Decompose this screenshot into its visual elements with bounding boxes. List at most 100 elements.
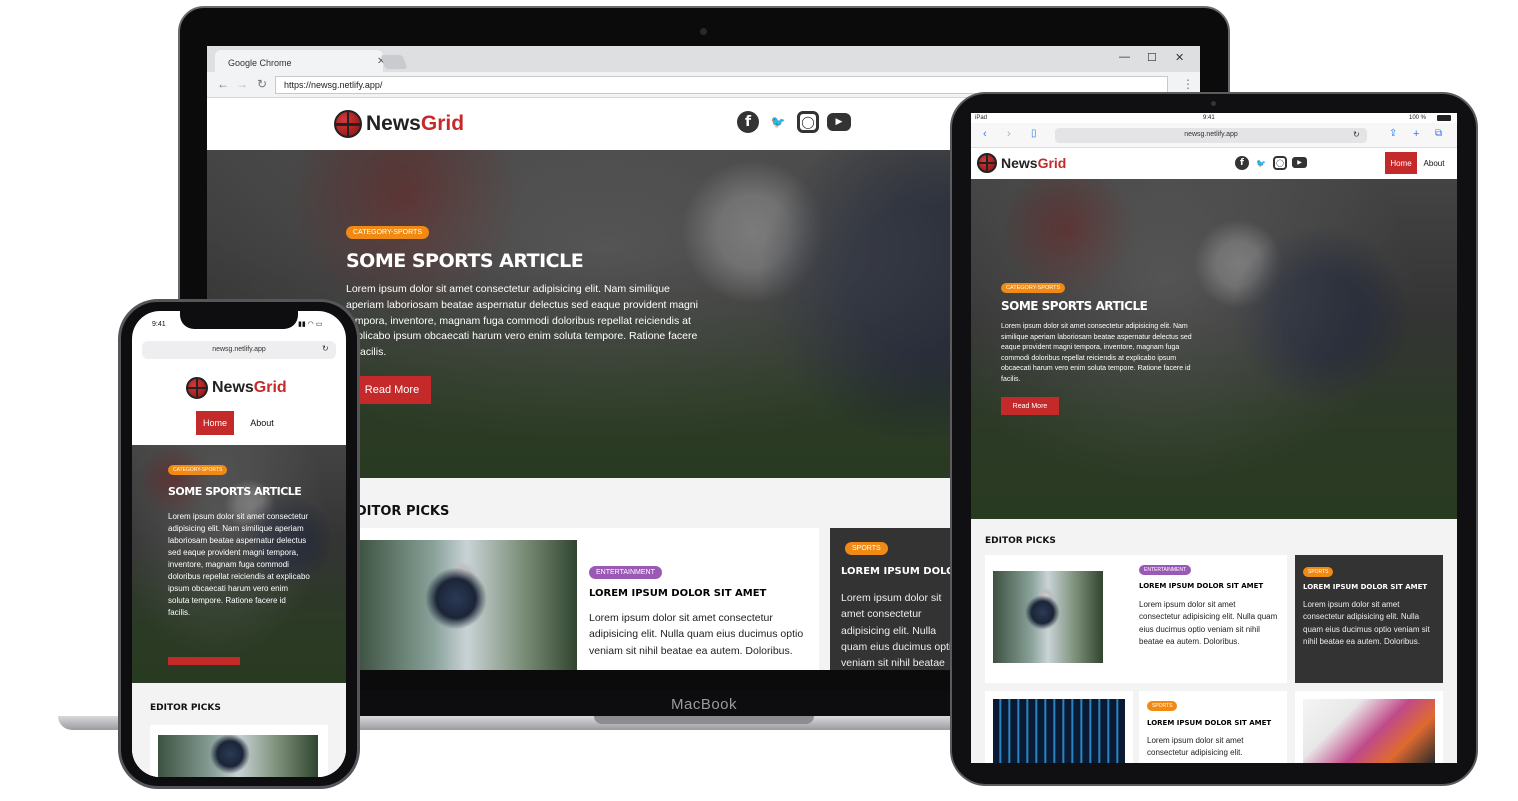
card-image [993, 699, 1125, 763]
tablet-screen: iPad 9:41 100 % ‹ › ▯ newsg.netlify.app … [971, 113, 1457, 763]
card-text: Lorem ipsum dolor sit amet consectetur a… [841, 592, 958, 670]
hero-section: CATEGORY-SPORTS SOME SPORTS ARTICLE Lore… [971, 179, 1457, 519]
nav-home[interactable]: Home [196, 411, 234, 435]
share-icon[interactable]: ⇪ [1389, 128, 1397, 139]
site-logo[interactable]: NewsGrid [334, 110, 464, 138]
safari-toolbar: ‹ › ▯ newsg.netlify.app ↻ ⇪ + ⧉ [971, 123, 1457, 148]
pick-card[interactable] [985, 691, 1133, 763]
hero-section: CATEGORY-SPORTS SOME SPORTS ARTICLE Lore… [132, 445, 346, 683]
tabs-icon[interactable]: ⧉ [1435, 128, 1442, 139]
category-badge[interactable]: ENTERTAINMENT [589, 566, 662, 579]
pick-card[interactable]: SPORTS LOREM IPSUM DOLOR SIT AMET Lorem … [1139, 691, 1287, 763]
forward-icon[interactable]: → [236, 77, 248, 91]
phone-screen: 9:41 ▮▮ ◠ ▭ newsg.netlify.app ↻ NewsGrid… [132, 311, 346, 777]
category-badge[interactable]: CATEGORY-SPORTS [1001, 283, 1066, 293]
facebook-icon[interactable]: f [1235, 156, 1249, 170]
instagram-icon[interactable]: ◯ [797, 111, 819, 133]
read-more-button[interactable]: Read More [1001, 397, 1059, 415]
minimize-icon[interactable]: — [1119, 51, 1130, 63]
close-window-icon[interactable]: ✕ [1175, 51, 1184, 64]
pick-card[interactable]: ENTERTAINMENT LOREM IPSUM DOLOR SIT AMET… [985, 555, 1287, 683]
card-image [357, 540, 577, 670]
site-logo[interactable]: NewsGrid [977, 153, 1066, 173]
address-url: https://newsg.netlify.app/ [284, 80, 383, 90]
logo-text-grid: Grid [1037, 155, 1067, 171]
editor-picks-section: EDITOR PICKS [132, 683, 346, 777]
category-badge[interactable]: ENTERTAINMENT [1139, 565, 1192, 575]
back-icon[interactable]: ‹ [983, 128, 987, 140]
facebook-icon[interactable]: f [737, 111, 759, 133]
card-text: Lorem ipsum dolor sit amet consectetur a… [1147, 736, 1244, 758]
pick-card[interactable]: ENTERTAINMENT LOREM IPSUM DOLOR SIT AMET… [347, 528, 819, 670]
social-links: f 🐦 ◯ ▶ [1235, 156, 1307, 170]
site-logo[interactable]: NewsGrid [186, 377, 287, 399]
editor-picks-title: EDITOR PICKS [150, 703, 221, 713]
nav-about[interactable]: About [1419, 152, 1449, 174]
status-time: 9:41 [152, 321, 166, 328]
category-badge[interactable]: SPORTS [1303, 567, 1334, 577]
category-badge[interactable]: CATEGORY-SPORTS [168, 465, 228, 475]
reload-icon[interactable]: ↻ [1353, 130, 1360, 139]
hero-text: Lorem ipsum dolor sit amet consectetur a… [1001, 323, 1192, 383]
signal-wifi-battery-icon: ▮▮ ◠ ▭ [298, 321, 323, 328]
reload-icon[interactable]: ↻ [257, 77, 267, 91]
chrome-menu-icon[interactable]: ⋮ [1182, 77, 1194, 91]
card-title[interactable]: LOREM IPSUM DOLOR SIT AMET [1139, 582, 1263, 590]
logo-text-news: News [1001, 155, 1038, 171]
globe-logo-icon [977, 153, 997, 173]
address-url: newsg.netlify.app [212, 346, 266, 353]
card-title[interactable]: LOREM IPSUM DOLOR SIT AMET [1147, 719, 1271, 727]
address-bar[interactable]: newsg.netlify.app ↻ [142, 341, 336, 359]
editor-picks-title: EDITOR PICKS [985, 536, 1056, 546]
chrome-tab[interactable]: Google Chrome ✕ [215, 50, 385, 72]
category-badge[interactable]: SPORTS [1147, 701, 1178, 711]
instagram-icon[interactable]: ◯ [1273, 156, 1287, 170]
new-tab-button[interactable] [380, 55, 408, 69]
category-badge[interactable]: CATEGORY-SPORTS [346, 226, 429, 239]
pick-card[interactable] [150, 725, 328, 777]
pick-card[interactable] [1295, 691, 1443, 763]
logo-text-news: News [212, 379, 254, 396]
forward-icon[interactable]: › [1007, 128, 1011, 140]
tablet-camera [1211, 101, 1216, 106]
youtube-icon[interactable]: ▶ [827, 113, 851, 131]
globe-logo-icon [334, 110, 362, 138]
laptop-hinge-notch [594, 716, 814, 724]
pick-card-dark[interactable]: SPORTS LOREM IPSUM DOLOR SIT AMET Lorem … [1295, 555, 1443, 683]
nav-home[interactable]: Home [1385, 152, 1417, 174]
battery-text: 100 % [1409, 115, 1427, 121]
card-title[interactable]: LOREM IPSUM DOLOR SIT AMET [1303, 583, 1427, 591]
nav-about[interactable]: About [242, 411, 282, 435]
read-more-button[interactable]: Read More [168, 657, 240, 665]
phone-notch [180, 311, 298, 329]
editor-picks-section: EDITOR PICKS ENTERTAINMENT LOREM IPSUM D… [971, 519, 1457, 763]
chrome-tab-title: Google Chrome [228, 58, 292, 68]
card-image [1303, 699, 1435, 763]
card-image [158, 735, 318, 777]
reload-icon[interactable]: ↻ [322, 344, 329, 353]
twitter-icon[interactable]: 🐦 [1254, 156, 1268, 170]
bookmarks-icon[interactable]: ▯ [1031, 128, 1037, 139]
logo-text-news: News [366, 112, 421, 135]
card-title[interactable]: LOREM IPSUM DOLOR SIT AMET [589, 588, 766, 599]
youtube-icon[interactable]: ▶ [1292, 157, 1307, 168]
hero-title: SOME SPORTS ARTICLE [346, 250, 584, 272]
laptop-camera [700, 28, 707, 35]
address-bar[interactable]: newsg.netlify.app ↻ [1055, 128, 1367, 143]
maximize-icon[interactable]: ☐ [1147, 51, 1157, 64]
card-image [993, 571, 1103, 663]
read-more-button[interactable]: Read More [353, 376, 431, 404]
category-badge[interactable]: SPORTS [845, 542, 888, 555]
device-label: iPad [975, 115, 988, 121]
back-icon[interactable]: ← [217, 77, 229, 91]
social-links: f 🐦 ◯ ▶ [737, 111, 851, 133]
globe-logo-icon [186, 377, 208, 399]
status-time: 9:41 [1203, 115, 1215, 121]
card-text: Lorem ipsum dolor sit amet consectetur a… [1139, 600, 1278, 647]
hero-text: Lorem ipsum dolor sit amet consectetur a… [168, 512, 310, 617]
logo-text-grid: Grid [420, 112, 465, 135]
chrome-tab-bar: Google Chrome ✕ — ☐ ✕ [207, 46, 1200, 72]
twitter-icon[interactable]: 🐦 [767, 111, 789, 133]
new-tab-icon[interactable]: + [1413, 128, 1419, 140]
logo-text-grid: Grid [253, 379, 287, 396]
